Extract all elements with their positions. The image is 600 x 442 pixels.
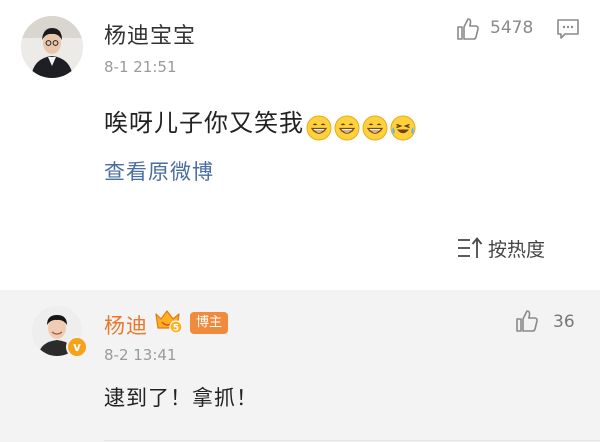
comment-card: 杨迪宝宝 8-1 21:51 5478 唉呀儿子你又笑我 查看原微博 按热度	[0, 0, 600, 290]
reply-card: v 杨迪 5 博主 36 8-2 13:41 逮到了！拿抓！	[0, 290, 600, 442]
comment-text-body: 唉呀儿子你又笑我	[104, 109, 304, 137]
comment-username[interactable]: 杨迪宝宝	[104, 18, 196, 50]
comment-bubble-icon[interactable]	[556, 18, 580, 40]
reply-time: 8-2 13:41	[104, 346, 177, 364]
thumbs-up-icon[interactable]	[455, 16, 481, 42]
comment-text: 唉呀儿子你又笑我	[104, 103, 418, 141]
host-badge: 博主	[190, 312, 229, 334]
grin-emoji-icon	[334, 115, 360, 141]
comment-time: 8-1 21:51	[104, 58, 177, 76]
member-crown-icon[interactable]: 5	[153, 306, 183, 334]
reply-username[interactable]: 杨迪	[104, 310, 148, 340]
sort-icon	[458, 237, 483, 258]
member-level: 5	[173, 324, 179, 334]
emoji-row	[306, 113, 418, 141]
grin-emoji-icon	[362, 115, 388, 141]
user-avatar[interactable]	[21, 16, 83, 78]
reply-like-count: 36	[553, 312, 575, 332]
reply-divider	[104, 440, 600, 441]
laugh-tears-emoji-icon	[390, 115, 416, 141]
grin-emoji-icon	[306, 115, 332, 141]
comment-like-count: 5478	[490, 18, 534, 38]
verified-badge: v	[66, 336, 88, 358]
sort-by-hot-button[interactable]: 按热度	[456, 233, 545, 263]
reply-text: 逮到了！拿抓！	[104, 386, 258, 410]
sort-label: 按热度	[488, 238, 546, 261]
reply-thumbs-up-icon[interactable]	[514, 308, 540, 334]
view-original-post-link[interactable]: 查看原微博	[104, 156, 214, 186]
